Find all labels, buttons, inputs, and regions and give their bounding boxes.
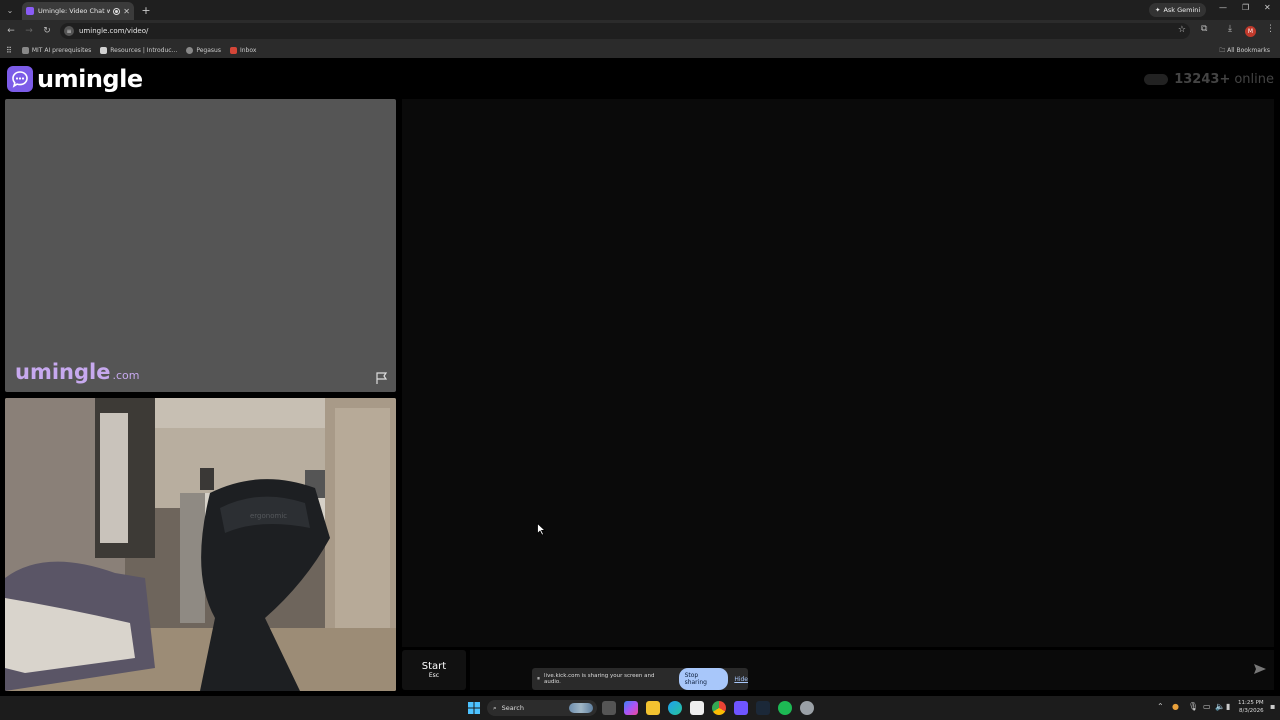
start-button-shortcut: Esc — [428, 672, 440, 679]
notion-icon — [100, 46, 108, 54]
profile-avatar[interactable]: M — [1245, 26, 1256, 37]
minimize-window-icon[interactable]: — — [1219, 3, 1227, 12]
gmail-icon — [229, 46, 237, 54]
screen-share-notification: ⏸ live.kick.com is sharing your screen a… — [532, 668, 748, 690]
address-bar-url[interactable]: umingle.com/video/ — [79, 27, 148, 35]
online-label: online — [1234, 72, 1274, 87]
clock-date: 8/3/2026 — [1238, 708, 1264, 714]
umingle-watermark: umingle .com — [15, 360, 139, 384]
site-info-icon[interactable]: ≡ — [64, 26, 74, 36]
self-camera-video: ergonomic — [5, 398, 396, 691]
hide-share-bar-link[interactable]: Hide — [734, 676, 748, 683]
clock-time: 11:25 PM — [1238, 700, 1264, 706]
close-window-icon[interactable]: ✕ — [1264, 3, 1271, 12]
bookmark-label: MIT AI prerequisites — [31, 46, 92, 54]
ask-gemini-label: Ask Gemini — [1163, 6, 1201, 14]
restore-window-icon[interactable]: ❐ — [1242, 3, 1249, 12]
umingle-page: umingle 13243+ online umingle .com ergon… — [0, 60, 1280, 696]
stranger-video: umingle .com — [5, 99, 396, 392]
umingle-logo[interactable]: umingle — [7, 65, 143, 93]
browser-menu-icon[interactable]: ⋮ — [1266, 24, 1275, 34]
bookmark-resources[interactable]: Resources | Introduc... — [100, 46, 178, 54]
battery-icon[interactable]: ▮ — [1226, 702, 1230, 711]
back-arrow-icon[interactable]: ← — [2, 26, 20, 36]
browser-tab-umingle[interactable]: Umingle: Video Chat with S ✕ — [22, 2, 134, 20]
tab-search-button[interactable]: ⌄ — [0, 0, 20, 20]
browser-tab-bar: ⌄ Umingle: Video Chat with S ✕ + — [0, 0, 1280, 20]
download-icon[interactable]: ⤓ — [1228, 24, 1232, 34]
recording-indicator-icon — [113, 7, 121, 15]
reload-icon[interactable]: ↻ — [38, 26, 56, 36]
discord-icon[interactable] — [734, 701, 748, 715]
file-explorer-icon[interactable] — [646, 701, 660, 715]
apps-grid-icon[interactable]: ⠿ — [6, 46, 12, 55]
search-icon: ⌕ — [493, 703, 497, 712]
send-icon[interactable] — [1253, 662, 1267, 676]
taskbar-search[interactable]: ⌕ Search — [487, 700, 597, 716]
notifications-icon[interactable]: ▪ — [1270, 702, 1275, 711]
watermark-text: umingle — [15, 360, 111, 384]
address-bar[interactable]: ≡ umingle.com/video/ ☆ — [60, 23, 1190, 39]
github-icon — [21, 46, 29, 54]
svg-text:ergonomic: ergonomic — [250, 512, 287, 520]
browser-toolbar: ← → ↻ ≡ umingle.com/video/ ☆ — [0, 20, 1280, 42]
settings-gear-icon[interactable] — [800, 701, 814, 715]
volume-icon[interactable]: 🔈 — [1215, 702, 1225, 711]
chat-bubble-icon — [7, 66, 33, 92]
watermark-suffix: .com — [112, 369, 140, 382]
start-button-label: Start — [421, 661, 447, 672]
bookmark-inbox[interactable]: Inbox — [229, 46, 257, 54]
umingle-favicon-icon — [26, 7, 34, 15]
task-view-icon[interactable] — [602, 701, 616, 715]
chrome-icon[interactable] — [712, 701, 726, 715]
steam-icon[interactable] — [756, 701, 770, 715]
copilot-icon[interactable] — [624, 701, 638, 715]
online-count: 13243+ — [1174, 72, 1231, 87]
taskbar-search-label: Search — [501, 704, 524, 712]
tray-app-icon[interactable]: ● — [1172, 702, 1179, 711]
chat-messages-panel — [402, 99, 1274, 647]
close-tab-icon[interactable]: ✕ — [123, 7, 130, 16]
system-clock[interactable]: 11:25 PM 8/3/2026 — [1238, 699, 1264, 715]
new-tab-button[interactable]: + — [138, 4, 154, 17]
pause-icon: ⏸ — [537, 675, 541, 682]
all-bookmarks-label: All Bookmarks — [1227, 47, 1270, 54]
extensions-icon[interactable]: ⧉ — [1201, 24, 1207, 34]
edge-icon[interactable] — [668, 701, 682, 715]
network-icon[interactable]: ▭ — [1203, 702, 1211, 711]
all-bookmarks-button[interactable]: 🗀 All Bookmarks — [1219, 46, 1270, 56]
windows-start-icon[interactable] — [467, 701, 481, 715]
windows-taskbar: ⌕ Search ⌃ ● 🎙 ▭ 🔈 ▮ 11:25 PM 8/3/2026 ▪ — [0, 696, 1280, 720]
bookmarks-bar: ⠿ MIT AI prerequisites Resources | Intro… — [0, 42, 1280, 58]
start-button[interactable]: Start Esc — [402, 650, 466, 690]
microphone-icon[interactable]: 🎙 — [1188, 702, 1198, 711]
logo-text: umingle — [37, 65, 143, 93]
ask-gemini-button[interactable]: ✦ Ask Gemini — [1149, 3, 1207, 17]
bookmark-label: Inbox — [239, 46, 257, 54]
mouse-cursor-icon — [537, 523, 546, 536]
bookmark-pegasus[interactable]: Pegasus — [186, 46, 221, 54]
folder-icon: 🗀 — [1219, 47, 1228, 54]
bookmark-label: Pegasus — [196, 46, 221, 54]
theme-toggle[interactable] — [1144, 74, 1169, 85]
spotify-icon[interactable] — [778, 701, 792, 715]
search-highlight-icon — [569, 703, 593, 713]
share-message: live.kick.com is sharing your screen and… — [544, 673, 655, 685]
bookmark-star-icon[interactable]: ☆ — [1178, 25, 1186, 35]
pegasus-icon — [186, 46, 194, 54]
gemini-sparkle-icon: ✦ — [1155, 6, 1161, 14]
bookmark-label: Resources | Introduc... — [110, 46, 178, 54]
bookmark-mit-ai[interactable]: MIT AI prerequisites — [21, 46, 92, 54]
microsoft-store-icon[interactable] — [690, 701, 704, 715]
online-counter: 13243+ online — [1144, 72, 1274, 87]
stop-sharing-button[interactable]: Stop sharing — [678, 668, 729, 690]
report-flag-icon[interactable] — [375, 371, 389, 385]
show-hidden-icons-chevron-icon[interactable]: ⌃ — [1157, 702, 1164, 711]
room-camera-feed: ergonomic — [5, 398, 396, 691]
tab-title: Umingle: Video Chat with S — [38, 7, 111, 15]
forward-arrow-icon[interactable]: → — [20, 26, 38, 36]
